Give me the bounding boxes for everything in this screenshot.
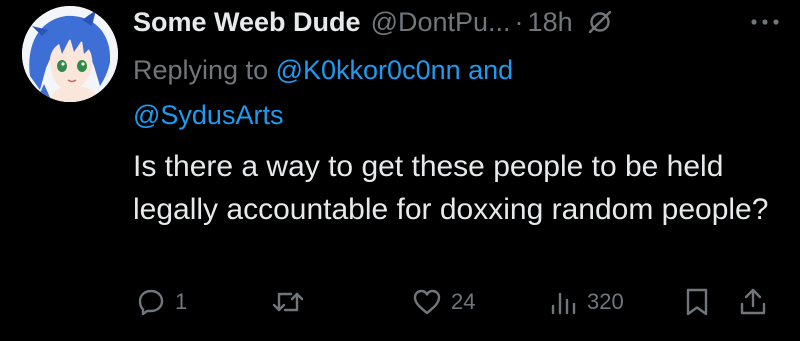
replying-to-label: Replying to — [133, 55, 269, 85]
views-button[interactable]: 320 — [547, 282, 624, 322]
mention-link[interactable]: @SydusArts — [133, 100, 283, 130]
handle[interactable]: @DontPu... — [371, 7, 511, 38]
like-count: 24 — [451, 289, 476, 314]
tweet-header: Some Weeb Dude @DontPu... · 18h — [133, 4, 780, 40]
display-name[interactable]: Some Weeb Dude — [133, 7, 361, 38]
share-icon — [740, 288, 766, 315]
avatar-image — [22, 6, 118, 102]
share-button[interactable] — [737, 282, 769, 322]
action-bar: 1 24 320 — [133, 282, 773, 322]
heart-icon — [413, 289, 441, 315]
replying-to-continued: @SydusArts — [133, 95, 283, 135]
more-icon[interactable] — [750, 7, 780, 37]
reply-icon — [138, 289, 164, 316]
avatar[interactable] — [22, 6, 118, 102]
reply-button[interactable]: 1 — [135, 282, 187, 322]
like-button[interactable]: 24 — [411, 282, 475, 322]
mention-joiner: and — [468, 55, 514, 85]
views-icon — [551, 292, 576, 315]
retweet-button[interactable] — [271, 282, 313, 322]
retweet-icon — [272, 292, 304, 312]
muted-icon — [587, 9, 613, 35]
tweet-text: Is there a way to get these people to be… — [133, 150, 769, 226]
bookmark-button[interactable] — [683, 282, 711, 322]
bookmark-icon — [686, 288, 708, 316]
mention-link[interactable]: @K0kkor0c0nn — [276, 55, 461, 85]
separator-dot: · — [514, 6, 524, 37]
reply-count: 1 — [175, 289, 188, 314]
tweet: Some Weeb Dude @DontPu... · 18h Replying… — [0, 0, 800, 341]
view-count: 320 — [587, 289, 624, 314]
replying-to: Replying to @K0kkor0c0nn and — [133, 50, 513, 90]
timestamp[interactable]: 18h — [528, 7, 573, 38]
